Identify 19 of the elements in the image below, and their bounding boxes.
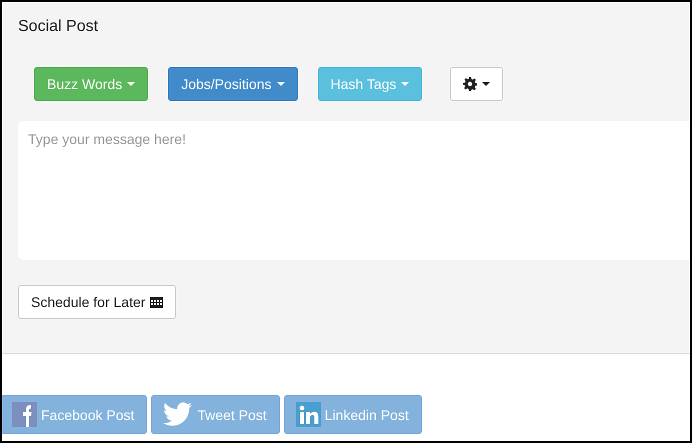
message-field[interactable]: Type your message here!	[18, 121, 690, 260]
post-button[interactable]: Tweet Post	[151, 395, 280, 434]
post-button[interactable]: Linkedin Post	[284, 395, 422, 434]
settings-icon	[463, 77, 478, 91]
dropdown-button[interactable]: Buzz Words	[34, 67, 148, 101]
settings-dropdown[interactable]	[450, 67, 504, 101]
dropdown-button[interactable]: Hash Tags	[318, 67, 422, 101]
caret-icon	[401, 82, 410, 86]
facebook-icon	[12, 402, 37, 427]
panel-title: Social Post	[18, 17, 98, 37]
dropdown-button[interactable]: Jobs/Positions	[168, 67, 298, 101]
caret-icon	[276, 82, 284, 86]
caret-icon	[482, 82, 490, 86]
schedule-button[interactable]: Schedule for Later	[18, 285, 176, 319]
calendar-icon	[150, 296, 164, 308]
bird-icon	[163, 402, 194, 428]
post-button[interactable]: Facebook Post	[2, 395, 148, 434]
linkedin-icon	[296, 402, 321, 427]
caret-icon	[127, 82, 136, 86]
